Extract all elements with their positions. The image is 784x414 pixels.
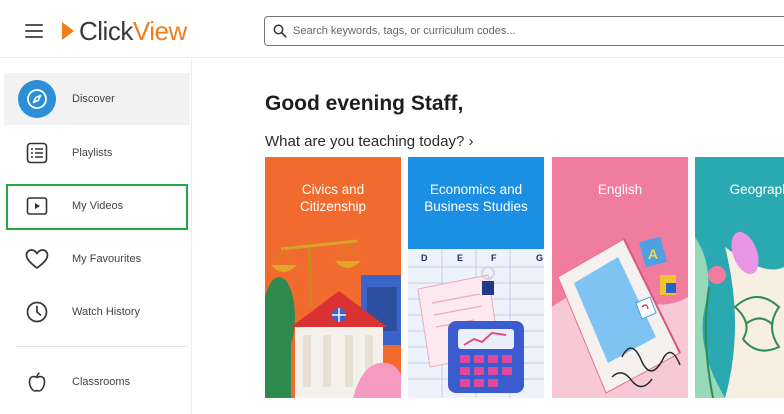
subject-card-english[interactable]: A English [552, 157, 688, 398]
highlight-box [6, 184, 188, 230]
menu-icon[interactable] [25, 23, 45, 39]
svg-text:F: F [491, 253, 497, 263]
sidebar-item-discover[interactable]: Discover [4, 73, 190, 125]
subject-card-civics[interactable]: Civics and Citizenship [265, 157, 401, 398]
subject-card-economics[interactable]: D E F G Economics and Business Studies [408, 157, 544, 398]
clock-icon [18, 293, 56, 331]
logo-text-view: View [132, 15, 187, 46]
sidebar-item-watch-history[interactable]: Watch History [4, 286, 190, 338]
logo-text-click: Click [79, 15, 133, 46]
search-input[interactable] [293, 25, 763, 37]
clickview-logo[interactable]: ClickView [62, 15, 187, 46]
sidebar-item-playlists[interactable]: Playlists [4, 127, 190, 179]
sidebar-item-label: Discover [72, 93, 115, 105]
subject-card-title: Economics and Business Studies [424, 182, 528, 214]
svg-text:D: D [421, 253, 428, 263]
sidebar-item-label: My Favourites [72, 253, 142, 265]
search-icon [273, 24, 287, 38]
svg-text:A: A [648, 246, 658, 262]
svg-text:G: G [536, 253, 543, 263]
sidebar: Discover Playlists My Videos My Favourit… [0, 58, 192, 414]
svg-text:E: E [457, 253, 463, 263]
apple-icon [18, 363, 56, 401]
sidebar-item-my-favourites[interactable]: My Favourites [4, 233, 190, 285]
sidebar-divider [16, 346, 188, 347]
teaching-today-link[interactable]: What are you teaching today? › [265, 133, 473, 150]
list-icon [18, 134, 56, 172]
logo-play-icon [62, 22, 74, 40]
search-bar[interactable] [264, 16, 784, 46]
greeting-heading: Good evening Staff, [265, 92, 464, 115]
sidebar-item-classrooms[interactable]: Classrooms [4, 356, 190, 408]
subject-card-geography[interactable]: Geography [695, 157, 784, 398]
sidebar-item-label: Playlists [72, 147, 113, 159]
subject-card-title: English [597, 182, 643, 197]
top-bar: ClickView [0, 0, 784, 58]
compass-icon [18, 80, 56, 118]
sidebar-item-label: Watch History [72, 306, 141, 318]
subject-card-title: Civics and Citizenship [299, 182, 367, 214]
subject-card-title: Geography [729, 182, 784, 197]
heart-icon [18, 240, 56, 278]
sidebar-item-label: Classrooms [72, 376, 131, 388]
